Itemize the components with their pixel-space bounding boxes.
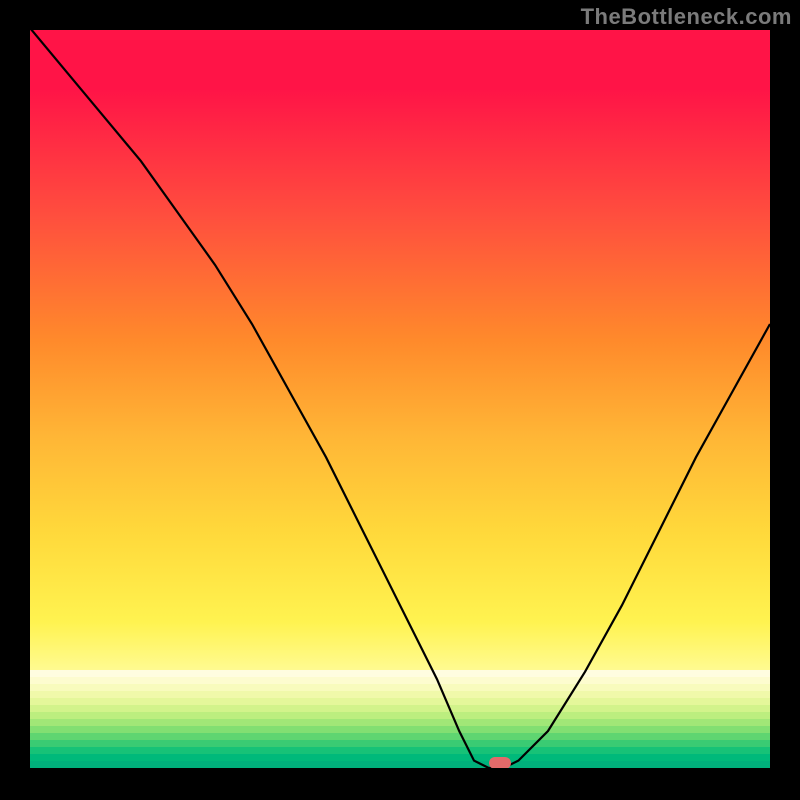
- strip: [30, 754, 770, 761]
- strip: [30, 761, 770, 768]
- strip: [30, 670, 770, 677]
- strip: [30, 747, 770, 754]
- strip: [30, 726, 770, 733]
- strip: [30, 705, 770, 712]
- strip: [30, 719, 770, 726]
- watermark-text: TheBottleneck.com: [581, 4, 792, 30]
- strip: [30, 712, 770, 719]
- chart-frame: TheBottleneck.com: [0, 0, 800, 800]
- strip: [30, 740, 770, 747]
- strip: [30, 684, 770, 691]
- strip: [30, 733, 770, 740]
- strip: [30, 698, 770, 705]
- strip: [30, 677, 770, 684]
- x-axis-baseline: [30, 768, 770, 770]
- heat-gradient: [30, 30, 770, 770]
- plot-area: [30, 30, 770, 770]
- strip: [30, 691, 770, 698]
